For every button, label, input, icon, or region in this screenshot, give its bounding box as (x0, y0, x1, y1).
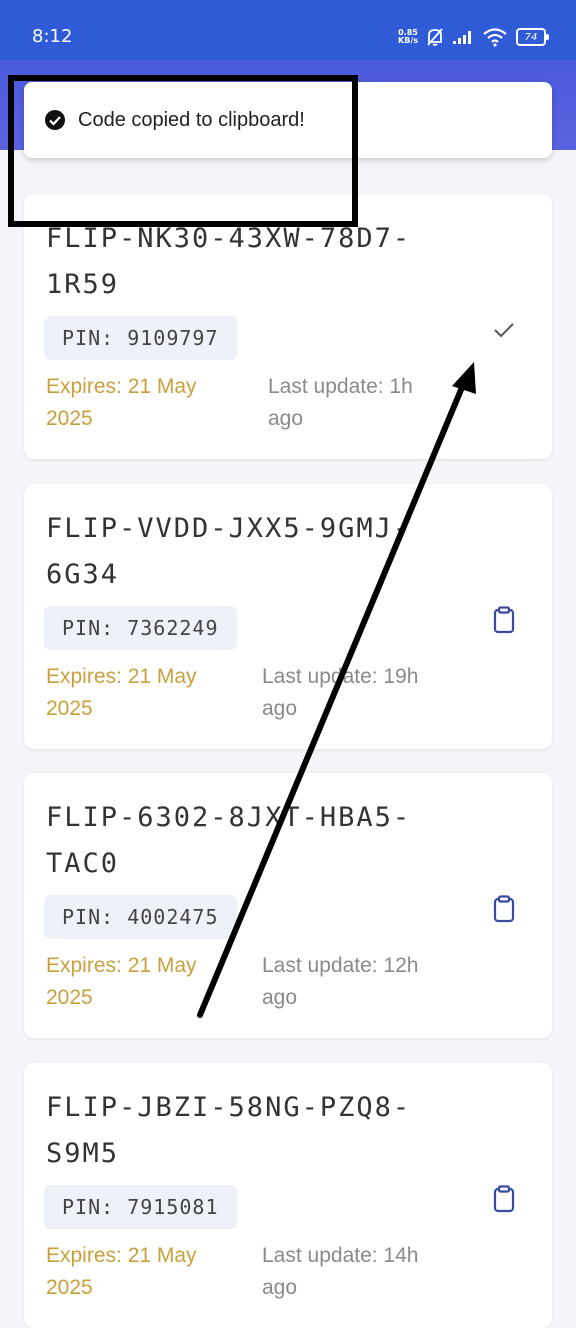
pin-badge: PIN: 4002475 (44, 895, 237, 939)
expires-label: Expires: 21 May 2025 (46, 375, 197, 430)
code-text[interactable]: FLIP-6302-8JXT-HBA5- TAC0 (46, 795, 446, 887)
status-icons: 0.85 KB/s 74 (398, 26, 549, 48)
last-update-label: Last update: 12h ago (262, 954, 419, 1009)
copy-button[interactable] (486, 1181, 522, 1217)
code-text[interactable]: FLIP-NK30-43XW-78D7- 1R59 (46, 216, 446, 308)
clipboard-icon (493, 1185, 515, 1213)
copy-button[interactable] (486, 891, 522, 927)
check-icon (494, 323, 514, 338)
net-speed: 0.85 KB/s (398, 28, 418, 45)
clipboard-icon (493, 895, 515, 923)
signal-icon (453, 31, 471, 44)
last-update-label: Last update: 19h ago (262, 665, 419, 720)
copied-button[interactable] (486, 312, 522, 348)
code-card: FLIP-NK30-43XW-78D7- 1R59 PIN: 9109797 E… (24, 194, 552, 459)
expires-label: Expires: 21 May 2025 (46, 954, 197, 1009)
code-card: FLIP-JBZI-58NG-PZQ8- S9M5 PIN: 7915081 E… (24, 1063, 552, 1328)
status-bar: 8:12 0.85 KB/s 74 (0, 0, 576, 60)
battery-icon: 74 (516, 28, 549, 46)
expires-label: Expires: 21 May 2025 (46, 665, 197, 720)
bell-off-icon (427, 28, 443, 46)
code-text[interactable]: FLIP-JBZI-58NG-PZQ8- S9M5 (46, 1085, 446, 1177)
code-card: FLIP-6302-8JXT-HBA5- TAC0 PIN: 4002475 E… (24, 773, 552, 1038)
status-time: 8:12 (32, 26, 73, 47)
copy-button[interactable] (486, 602, 522, 638)
expires-label: Expires: 21 May 2025 (46, 1244, 197, 1299)
pin-badge: PIN: 7362249 (44, 606, 237, 650)
code-card: FLIP-VVDD-JXX5-9GMJ- 6G34 PIN: 7362249 E… (24, 484, 552, 749)
annotation-box (8, 75, 358, 227)
code-text[interactable]: FLIP-VVDD-JXX5-9GMJ- 6G34 (46, 506, 446, 598)
wifi-icon (483, 28, 507, 47)
pin-badge: PIN: 9109797 (44, 316, 237, 360)
clipboard-icon (493, 606, 515, 634)
last-update-label: Last update: 14h ago (262, 1244, 419, 1299)
last-update-label: Last update: 1h ago (268, 375, 413, 430)
pin-badge: PIN: 7915081 (44, 1185, 237, 1229)
